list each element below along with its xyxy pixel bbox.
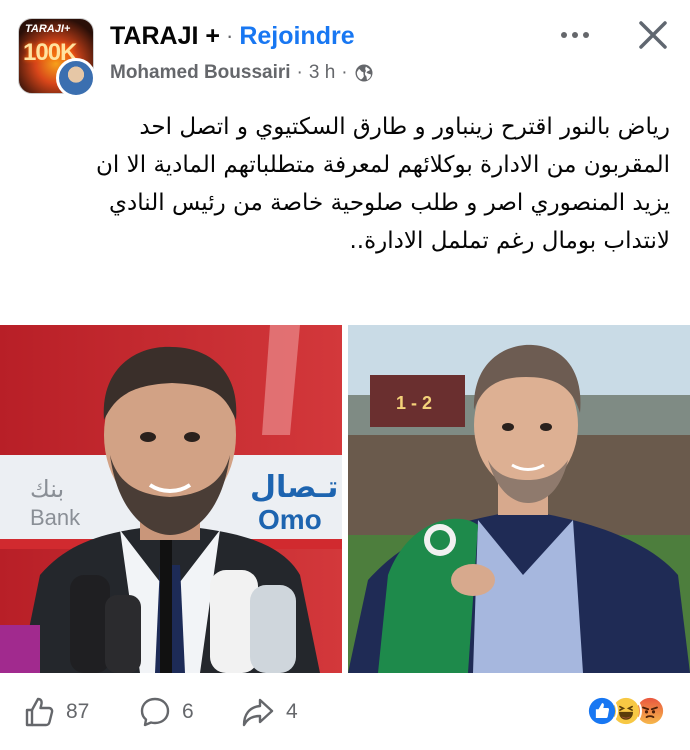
scoreboard-text: 1 - 2 [396, 393, 432, 413]
comment-button[interactable]: 6 [138, 695, 194, 729]
post-header: TARAJI+ 100K TARAJI + · Rejoindre Mohame… [0, 0, 690, 100]
like-reaction-icon [586, 695, 618, 727]
board-text-omo: Omo [258, 504, 322, 535]
group-name[interactable]: TARAJI + [110, 22, 220, 51]
share-count: 4 [286, 700, 298, 723]
meta-line: Mohamed Boussairi · 3 h · [110, 60, 374, 86]
share-button[interactable]: 4 [240, 695, 298, 729]
board-text-bank: Bank [30, 505, 81, 530]
close-icon[interactable] [632, 14, 674, 56]
avatar-group[interactable]: TARAJI+ 100K [18, 18, 98, 98]
time-separator: · [296, 62, 303, 83]
like-count: 87 [66, 700, 90, 723]
post-text: رياض بالنور اقترح زينباور و طارق السكتيو… [20, 108, 670, 260]
board-text-bank-ar: بنك [30, 475, 64, 503]
press-conference-image: بنك Bank تـصال Omo [0, 325, 342, 673]
join-button[interactable]: Rejoindre [239, 22, 354, 51]
like-button[interactable]: 87 [22, 695, 89, 729]
post-text-line: رياض بالنور اقترح زينباور و طارق السكتيو… [139, 114, 670, 140]
more-dot [572, 32, 578, 38]
thumbs-up-icon [25, 697, 54, 727]
post-text-line: يزيد المنصوري اصر و طلب صلوحية خاصة من ر… [109, 190, 670, 216]
avatar-brand-text: TARAJI+ [25, 23, 71, 35]
more-dot [583, 32, 589, 38]
comment-count: 6 [182, 700, 194, 723]
separator-dot: · [225, 23, 234, 48]
author-avatar[interactable] [56, 58, 96, 98]
post-time[interactable]: 3 h [309, 62, 335, 84]
stadium-image: 1 - 2 [348, 325, 690, 673]
reaction-summary[interactable] [586, 695, 676, 727]
post-text-line: لانتداب بومال رغم تململ الادارة.. [349, 228, 670, 254]
board-text-ar: تـصال [250, 470, 338, 505]
share-icon [242, 698, 274, 727]
photo-grid: بنك Bank تـصال Omo 1 - 2 [0, 325, 690, 673]
globe-icon [355, 64, 373, 82]
more-icon[interactable] [555, 20, 595, 50]
more-dot [561, 32, 567, 38]
photo-stadium[interactable]: 1 - 2 [348, 325, 690, 673]
time-separator-2: · [341, 62, 348, 83]
photo-press-conference[interactable]: بنك Bank تـصال Omo [0, 325, 342, 673]
comment-icon [140, 697, 170, 727]
author-name[interactable]: Mohamed Boussairi [110, 62, 291, 84]
title-line: TARAJI + · Rejoindre [110, 20, 355, 52]
post-text-line: المقربون من الادارة بوكلائهم لمعرفة متطل… [96, 152, 670, 178]
post-actions: 87 6 4 [0, 683, 690, 743]
